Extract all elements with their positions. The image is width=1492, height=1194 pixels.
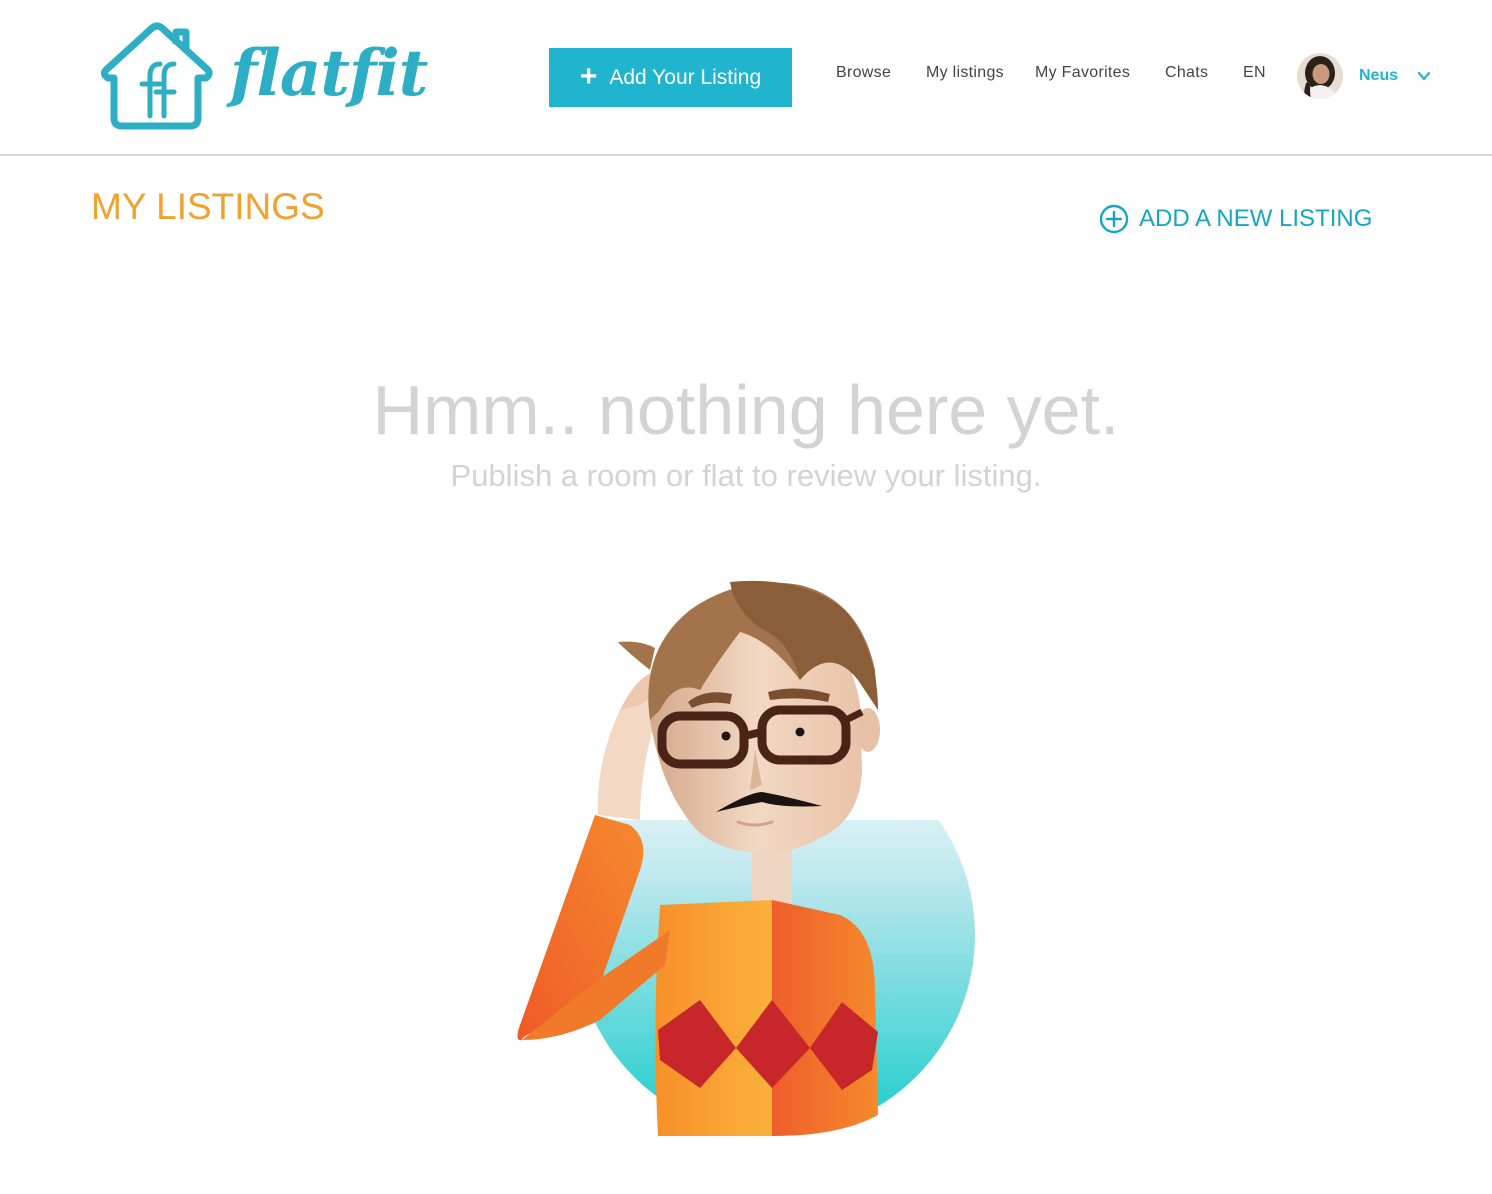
logo-text: flatfit xyxy=(230,36,428,111)
add-your-listing-label: Add Your Listing xyxy=(609,65,762,89)
header-divider xyxy=(0,154,1492,156)
page: flatfit + Add Your Listing Browse My lis… xyxy=(0,0,1492,1194)
empty-state-title: Hmm.. nothing here yet. xyxy=(372,371,1120,449)
language-selector[interactable]: EN xyxy=(1243,64,1266,82)
confused-man-illustration xyxy=(517,580,1000,1136)
page-title: MY LISTINGS xyxy=(91,186,325,227)
add-new-listing-label: ADD A NEW LISTING xyxy=(1139,205,1373,232)
plus-icon: + xyxy=(579,59,598,93)
top-header: flatfit + Add Your Listing Browse My lis… xyxy=(0,0,1492,154)
circle-plus-icon xyxy=(1099,204,1129,234)
empty-state-subtitle: Publish a room or flat to review your li… xyxy=(450,458,1042,493)
house-logo-icon xyxy=(100,22,213,130)
user-name: Neus xyxy=(1359,67,1399,84)
add-your-listing-button[interactable]: + Add Your Listing xyxy=(549,48,792,107)
avatar xyxy=(1297,53,1343,99)
nav-chats[interactable]: Chats xyxy=(1165,64,1208,82)
logo[interactable]: flatfit xyxy=(98,18,428,136)
nav-browse[interactable]: Browse xyxy=(836,64,891,82)
nav-my-listings[interactable]: My listings xyxy=(926,64,1004,82)
nav-my-favorites[interactable]: My Favorites xyxy=(1035,64,1130,82)
add-new-listing-link[interactable]: ADD A NEW LISTING xyxy=(1099,204,1372,234)
user-menu[interactable]: Neus xyxy=(1297,52,1432,100)
chevron-down-icon xyxy=(1418,71,1431,81)
